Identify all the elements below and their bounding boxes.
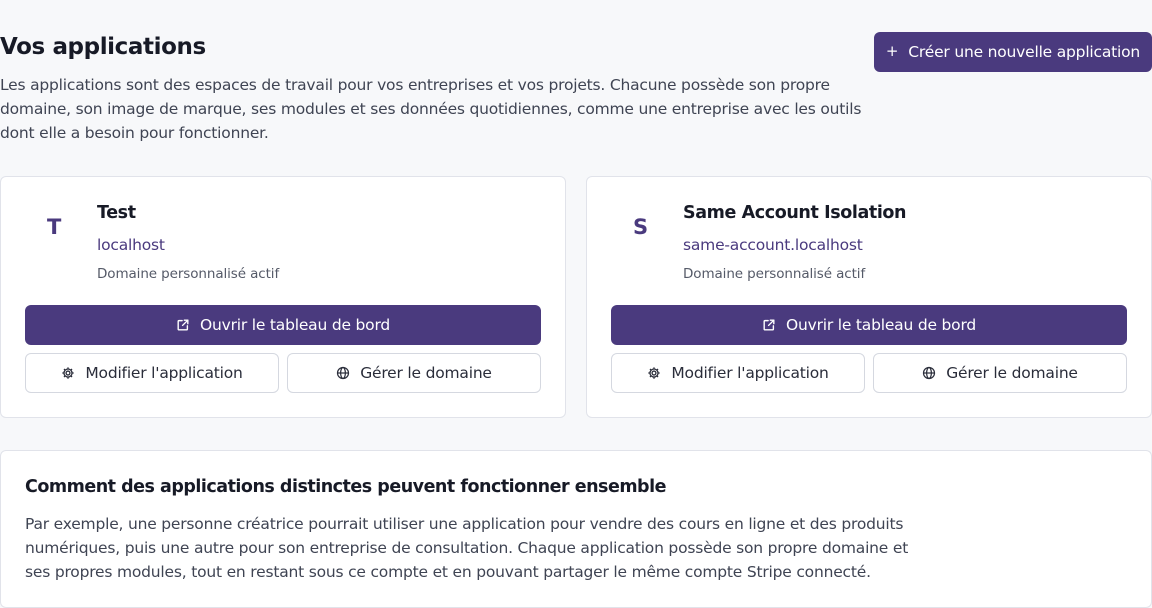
plus-icon: +: [885, 41, 899, 60]
external-link-icon: [176, 318, 190, 332]
page-description: Les applications sont des espaces de tra…: [0, 76, 862, 142]
gear-icon: [647, 366, 661, 380]
page-title: Vos applications: [0, 34, 206, 60]
edit-application-button[interactable]: Modifier l'application: [25, 353, 279, 393]
open-dashboard-button[interactable]: Ouvrir le tableau de bord: [611, 305, 1127, 345]
globe-icon: [922, 366, 936, 380]
app-card: T Test localhost Domaine personnalisé ac…: [0, 176, 566, 418]
app-domain: same-account.localhost: [683, 236, 863, 254]
app-card: S Same Account Isolation same-account.lo…: [586, 176, 1152, 418]
app-name: Test: [97, 203, 136, 223]
open-dashboard-label: Ouvrir le tableau de bord: [785, 316, 976, 334]
applications-page: Vos applications Les applications sont d…: [0, 0, 1152, 608]
info-panel: Comment des applications distinctes peuv…: [0, 450, 1152, 608]
open-dashboard-label: Ouvrir le tableau de bord: [199, 316, 390, 334]
edit-application-label: Modifier l'application: [671, 364, 829, 382]
manage-domain-label: Gérer le domaine: [946, 364, 1078, 382]
create-application-button[interactable]: + Créer une nouvelle application: [874, 32, 1152, 72]
create-application-label: Créer une nouvelle application: [908, 43, 1141, 61]
open-dashboard-button[interactable]: Ouvrir le tableau de bord: [25, 305, 541, 345]
app-name: Same Account Isolation: [683, 203, 907, 223]
edit-application-label: Modifier l'application: [85, 364, 243, 382]
info-title: Comment des applications distinctes peuv…: [25, 477, 666, 497]
app-avatar-initial: S: [633, 215, 649, 239]
edit-application-button[interactable]: Modifier l'application: [611, 353, 865, 393]
gear-icon: [61, 366, 75, 380]
external-link-icon: [762, 318, 776, 332]
app-domain-status: Domaine personnalisé actif: [97, 266, 280, 282]
page-header: Vos applications Les applications sont d…: [0, 32, 1152, 152]
manage-domain-label: Gérer le domaine: [360, 364, 492, 382]
manage-domain-button[interactable]: Gérer le domaine: [287, 353, 541, 393]
app-domain: localhost: [97, 236, 165, 254]
info-text: Par exemple, une personne créatrice pour…: [25, 515, 909, 581]
app-domain-status: Domaine personnalisé actif: [683, 266, 866, 282]
manage-domain-button[interactable]: Gérer le domaine: [873, 353, 1127, 393]
app-avatar-initial: T: [47, 215, 62, 239]
globe-icon: [336, 366, 350, 380]
